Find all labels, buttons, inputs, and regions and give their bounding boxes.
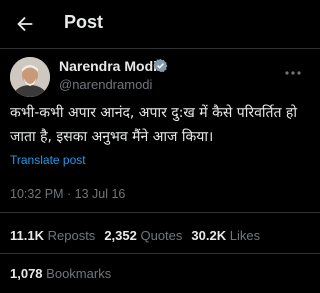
stats-divider-top — [0, 212, 320, 213]
page-title: Post — [64, 12, 104, 32]
bookmarks-stat[interactable]: 1,078 Bookmarks — [10, 266, 111, 281]
reposts-label: Reposts — [47, 228, 96, 243]
engagement-stats: 11.1K Reposts 2,352 Quotes 30.2K Likes — [10, 228, 260, 243]
post-timestamp[interactable]: 10:32 PM · 13 Jul 16 — [10, 187, 125, 201]
author-name[interactable]: Narendra Modi — [59, 58, 157, 74]
post-text: कभी-कभी अपार आनंद, अपार दु:ख में कैसे पर… — [10, 105, 297, 145]
arrow-left-icon[interactable] — [14, 13, 36, 35]
likes-stat[interactable]: 30.2K Likes — [191, 228, 260, 243]
reposts-stat[interactable]: 11.1K Reposts — [10, 228, 95, 243]
bookmarks-label: Bookmarks — [46, 266, 112, 281]
reposts-count: 11.1K — [10, 228, 44, 243]
top-bar: Post — [0, 0, 320, 48]
quotes-label: Quotes — [140, 228, 183, 243]
author-handle[interactable]: @narendramodi — [59, 77, 152, 92]
verified-badge-icon — [153, 58, 168, 73]
translate-post-link[interactable]: Translate post — [10, 153, 86, 167]
stats-divider-bottom — [0, 253, 320, 254]
likes-label: Likes — [229, 228, 261, 243]
avatar[interactable] — [10, 57, 50, 97]
header-divider — [0, 48, 320, 49]
more-horizontal-icon[interactable] — [283, 66, 303, 80]
quotes-count: 2,352 — [104, 228, 137, 243]
quotes-stat[interactable]: 2,352 Quotes — [104, 228, 182, 243]
likes-count: 30.2K — [191, 228, 227, 243]
bookmarks-count: 1,078 — [10, 266, 43, 281]
